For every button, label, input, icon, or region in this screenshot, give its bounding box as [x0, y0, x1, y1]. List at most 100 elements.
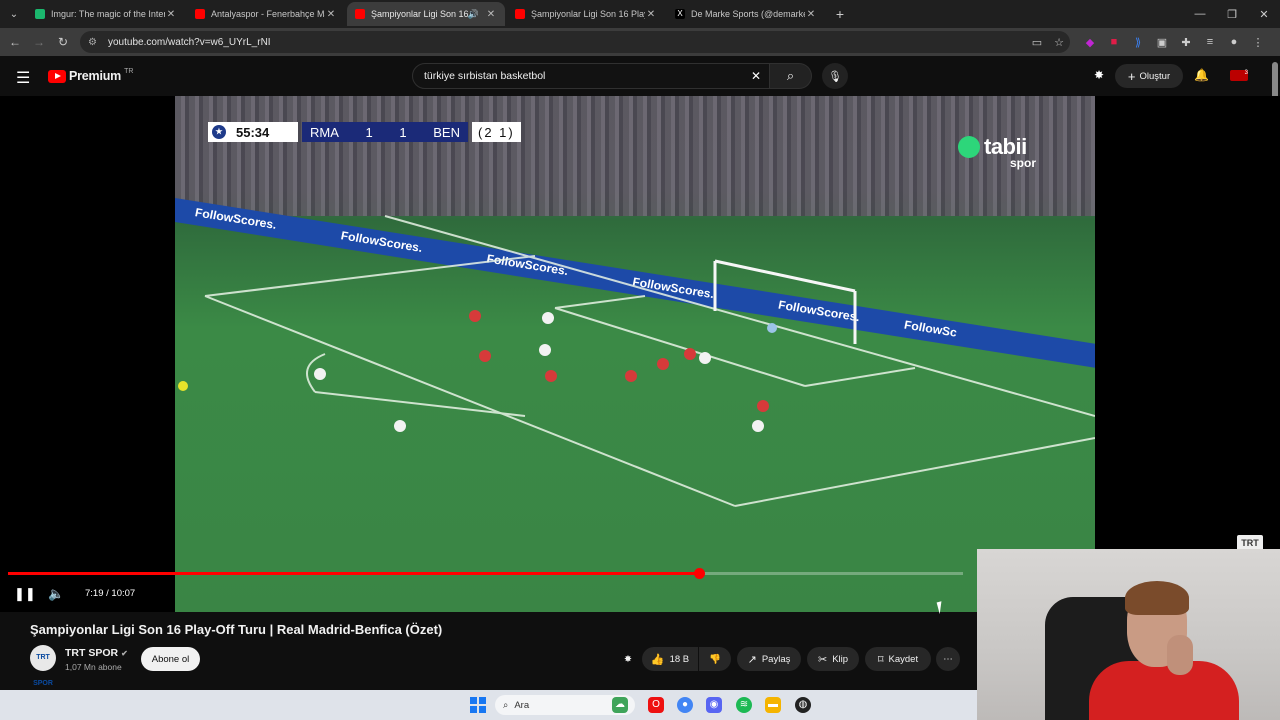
- bookmark-icon: ⌑: [877, 653, 884, 666]
- progress-played: [8, 572, 699, 575]
- browser-tab-4[interactable]: X De Marke Sports (@demarkesports) ✕: [667, 2, 825, 26]
- goal: [713, 259, 857, 344]
- youtube-favicon: [515, 9, 525, 19]
- channel-avatar[interactable]: TRT SPOR: [30, 645, 56, 687]
- dislike-button[interactable]: 👎: [699, 647, 731, 671]
- share-button[interactable]: ↗ Paylaş: [737, 647, 801, 671]
- x-favicon: X: [675, 9, 685, 19]
- window-controls: — ❐ ✕: [1184, 0, 1280, 28]
- video-title: Şampiyonlar Ligi Son 16 Play-Off Turu | …: [30, 622, 443, 637]
- reading-list-icon[interactable]: ≡: [1198, 36, 1222, 48]
- tabii-icon: [958, 136, 980, 158]
- new-tab-button[interactable]: +: [829, 6, 851, 22]
- plus-icon: +: [1127, 68, 1136, 84]
- imgur-favicon: [35, 9, 45, 19]
- address-bar[interactable]: ⚙ youtube.com/watch?v=w6_UYrL_rNI ▭ ☆: [80, 31, 1070, 53]
- tab-search-icon[interactable]: ⌄: [3, 3, 25, 25]
- close-window-icon[interactable]: ✕: [1248, 8, 1280, 21]
- broadcaster-logo: tabii spor: [958, 134, 1036, 170]
- back-icon[interactable]: ←: [3, 35, 27, 49]
- browser-tab-3[interactable]: Şampiyonlar Ligi Son 16 Play-Off ✕: [507, 2, 665, 26]
- premium-star-icon[interactable]: ✸: [1094, 68, 1104, 82]
- search-input[interactable]: türkiye sırbistan basketbol ✕: [412, 63, 770, 89]
- youtube-logo[interactable]: Premium TR: [48, 68, 133, 83]
- speaker-icon[interactable]: 🔊: [468, 9, 479, 20]
- video-player[interactable]: FollowScores. FollowScores. FollowScores…: [0, 96, 1280, 612]
- url-text: youtube.com/watch?v=w6_UYrL_rNI: [108, 36, 271, 48]
- youtube-header: ☰ Premium TR türkiye sırbistan basketbol…: [0, 56, 1280, 96]
- obs-icon[interactable]: ◍: [795, 697, 811, 713]
- extension-red-icon[interactable]: ■: [1102, 36, 1126, 48]
- pitch-lines: [178, 215, 1095, 507]
- extension-blue-icon[interactable]: ⟫: [1126, 36, 1150, 49]
- thumbs-up-icon: 👍: [650, 653, 665, 666]
- extension-purple-icon[interactable]: ◆: [1078, 36, 1102, 49]
- profile-icon[interactable]: ●: [1222, 36, 1246, 48]
- opera-icon[interactable]: O: [648, 697, 664, 713]
- chrome-icon[interactable]: ●: [677, 697, 693, 713]
- browser-tab-2[interactable]: Şampiyonlar Ligi Son 16 Play-Off 🔊 ✕: [347, 2, 505, 26]
- weather-widget-icon[interactable]: ☁: [612, 697, 628, 713]
- streamer-body: [1089, 661, 1239, 720]
- spotify-icon[interactable]: ≋: [736, 697, 752, 713]
- volume-icon[interactable]: 🔈: [48, 586, 64, 602]
- streamer-hand: [1167, 635, 1193, 675]
- account-avatar[interactable]: 3: [1230, 70, 1248, 81]
- bookmark-star-icon[interactable]: ☆: [1048, 36, 1070, 49]
- save-button[interactable]: ⌑ Kaydet: [865, 647, 931, 671]
- close-icon[interactable]: ✕: [485, 9, 497, 20]
- more-actions-button[interactable]: ⋯: [936, 647, 960, 671]
- like-button[interactable]: 👍 18 B: [642, 647, 698, 671]
- voice-search-button[interactable]: 🎙: [822, 63, 848, 89]
- site-info-icon[interactable]: ⚙: [88, 37, 100, 48]
- champions-league-icon: ★: [212, 125, 226, 139]
- extension-grey-icon[interactable]: ▣: [1150, 36, 1174, 49]
- mic-icon: 🎙: [828, 70, 842, 83]
- search-icon: ⌕: [503, 699, 509, 711]
- pause-icon[interactable]: ❚❚: [14, 586, 36, 602]
- premium-sparkle-button[interactable]: ✸: [618, 647, 638, 671]
- progress-bar[interactable]: [8, 568, 963, 579]
- discord-icon[interactable]: ◉: [706, 697, 722, 713]
- subscribe-button[interactable]: Abone ol: [141, 647, 200, 671]
- forward-icon[interactable]: →: [27, 35, 51, 49]
- scissors-icon: ✂: [817, 653, 828, 666]
- time-display: 7:19 / 10:07: [85, 588, 136, 599]
- windows-taskbar: ⌕ Ara ☁ O ● ◉ ≋ ▬ ◍: [0, 690, 977, 720]
- restore-icon[interactable]: ❐: [1216, 8, 1248, 21]
- cast-icon[interactable]: ▭: [1026, 36, 1048, 49]
- subscriber-count: 1,07 Mn abone: [65, 662, 122, 672]
- create-button[interactable]: + Oluştur: [1115, 64, 1183, 88]
- file-explorer-icon[interactable]: ▬: [765, 697, 781, 713]
- more-dots-icon: ⋯: [943, 653, 953, 665]
- clear-search-icon[interactable]: ✕: [751, 69, 761, 83]
- extensions-puzzle-icon[interactable]: ✚: [1174, 36, 1198, 49]
- notifications-bell-icon[interactable]: 🔔: [1194, 68, 1209, 82]
- menu-icon[interactable]: ☰: [16, 68, 30, 88]
- browser-tab-1[interactable]: Antalyaspor - Fenerbahçe Maçı ✕: [187, 2, 345, 26]
- clip-button[interactable]: ✂ Klip: [807, 647, 859, 671]
- sparkle-icon: ✸: [624, 653, 632, 665]
- close-icon[interactable]: ✕: [645, 9, 657, 20]
- minimize-icon[interactable]: —: [1184, 8, 1216, 20]
- youtube-play-icon: [48, 69, 66, 83]
- video-frame: FollowScores. FollowScores. FollowScores…: [175, 96, 1095, 612]
- browser-toolbar: ← → ↻ ⚙ youtube.com/watch?v=w6_UYrL_rNI …: [0, 28, 1280, 56]
- browser-menu-icon[interactable]: ⋮: [1246, 36, 1270, 49]
- close-icon[interactable]: ✕: [165, 9, 177, 20]
- channel-name[interactable]: TRT SPOR ✔: [65, 647, 128, 659]
- close-icon[interactable]: ✕: [805, 9, 817, 20]
- share-icon: ↗: [747, 653, 757, 666]
- webcam-overlay: [977, 549, 1280, 720]
- extensions-area: ◆ ■ ⟫ ▣ ✚ ≡ ● ⋮: [1078, 34, 1270, 50]
- thumbs-down-icon: 👎: [709, 653, 721, 665]
- streamer-hair: [1125, 581, 1189, 615]
- scorebug: ★ 55:34 RMA 1 1 BEN (2 1): [208, 121, 521, 143]
- browser-tab-0[interactable]: Imgur: The magic of the Internet ✕: [27, 2, 185, 26]
- search-button[interactable]: ⌕: [770, 63, 812, 89]
- windows-start-icon[interactable]: [470, 697, 486, 713]
- close-icon[interactable]: ✕: [325, 9, 337, 20]
- scrubber-handle[interactable]: [693, 568, 705, 579]
- search-icon: ⌕: [786, 68, 795, 83]
- reload-icon[interactable]: ↻: [51, 35, 75, 49]
